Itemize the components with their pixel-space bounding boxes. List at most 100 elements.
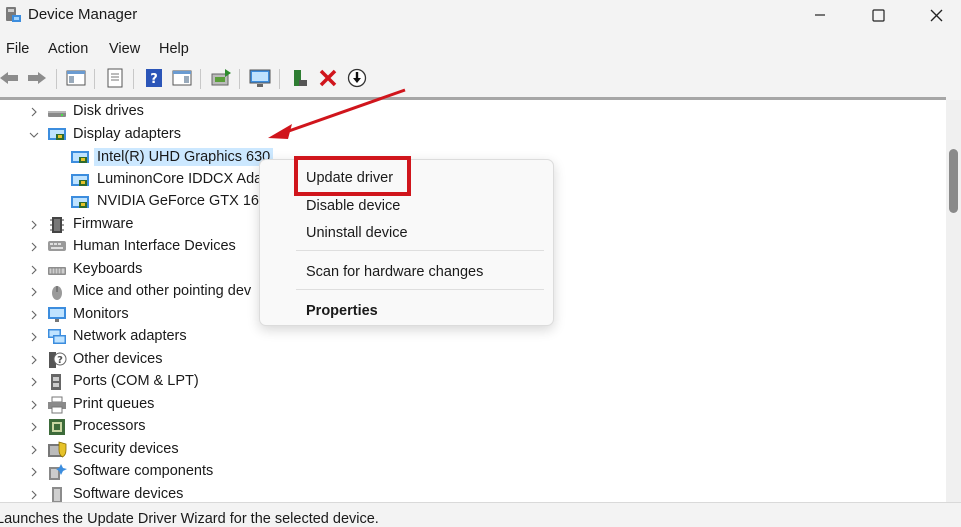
svg-text:?: ?: [150, 72, 158, 87]
device-manager-icon: [6, 7, 21, 22]
update-driver-icon: [211, 69, 231, 86]
display-adapter-icon: [48, 128, 66, 140]
menu-file[interactable]: File: [6, 39, 29, 59]
menu-action[interactable]: Action: [48, 39, 88, 59]
tree-node[interactable]: Ports (COM & LPT): [0, 371, 946, 393]
chevron-right-icon[interactable]: [28, 444, 40, 456]
security-device-icon: [48, 441, 67, 458]
help-button[interactable]: ?: [143, 67, 165, 89]
tree-node[interactable]: Print queues: [0, 394, 946, 416]
network-adapter-icon: [48, 329, 66, 344]
tree-node-label: Disk drives: [73, 103, 144, 119]
display-adapter-icon: [71, 151, 89, 163]
properties-menu-item[interactable]: Properties: [306, 303, 378, 319]
menu-view[interactable]: View: [109, 39, 140, 59]
chevron-right-icon[interactable]: [28, 466, 40, 478]
chevron-right-icon[interactable]: [28, 241, 40, 253]
tree-node-label: Software components: [73, 463, 214, 479]
tree-node-label: Ports (COM & LPT): [73, 373, 199, 389]
software-device-icon: [52, 487, 62, 502]
properties-button[interactable]: [104, 67, 126, 89]
tree-node-label: Security devices: [73, 441, 179, 457]
forward-button[interactable]: [26, 67, 48, 89]
update-driver-button[interactable]: [210, 67, 232, 89]
chevron-right-icon[interactable]: [28, 399, 40, 411]
chevron-right-icon[interactable]: [28, 309, 40, 321]
svg-text:?: ?: [57, 355, 63, 366]
printer-icon: [48, 396, 66, 414]
annotation-highlight-box: [294, 156, 411, 196]
chevron-right-icon[interactable]: [28, 286, 40, 298]
processor-icon: [49, 419, 65, 435]
tree-node[interactable]: Network adapters: [0, 326, 946, 348]
scan-hardware-button[interactable]: [249, 67, 271, 89]
toolbar-separator: [200, 69, 201, 89]
menu-help[interactable]: Help: [159, 39, 189, 59]
keyboard-icon: [48, 267, 66, 275]
properties-icon: [107, 68, 123, 88]
chevron-down-icon[interactable]: [28, 129, 40, 141]
hid-icon: [48, 241, 66, 251]
scan-hardware-menu-item[interactable]: Scan for hardware changes: [306, 264, 483, 280]
tree-node[interactable]: Security devices: [0, 439, 946, 461]
software-component-icon: [49, 464, 67, 480]
tree-node[interactable]: Processors: [0, 416, 946, 438]
enable-device-icon: [294, 70, 307, 86]
close-button[interactable]: [907, 0, 961, 30]
tree-node[interactable]: Display adapters: [0, 124, 946, 146]
disable-device-icon: [347, 68, 367, 88]
back-button[interactable]: [0, 67, 20, 89]
tree-node[interactable]: ? Other devices: [0, 349, 946, 371]
chevron-right-icon[interactable]: [28, 331, 40, 343]
chevron-right-icon[interactable]: [28, 421, 40, 433]
show-hide-console-tree-icon: [66, 70, 86, 86]
tree-node-label: NVIDIA GeForce GTX 165: [97, 193, 268, 209]
tree-node[interactable]: Disk drives: [0, 101, 946, 123]
toolbar: ?: [0, 62, 961, 94]
action-pane-button[interactable]: [171, 67, 193, 89]
other-devices-icon: ?: [49, 352, 67, 368]
tree-node-label: Keyboards: [73, 261, 143, 277]
tree-node-label: Human Interface Devices: [73, 238, 236, 254]
uninstall-device-button[interactable]: [317, 67, 339, 89]
chevron-right-icon[interactable]: [28, 489, 40, 501]
disable-device-menu-item[interactable]: Disable device: [306, 198, 400, 214]
tree-node-label: Monitors: [73, 306, 129, 322]
scrollbar-thumb[interactable]: [949, 149, 958, 213]
port-icon: [51, 374, 61, 390]
tree-node-label: Mice and other pointing dev: [73, 283, 252, 299]
monitor-icon: [48, 307, 66, 322]
title-bar: Device Manager: [0, 0, 961, 32]
tree-node-label: Network adapters: [73, 328, 187, 344]
chevron-right-icon[interactable]: [28, 106, 40, 118]
uninstall-device-icon: [319, 69, 337, 87]
action-pane-icon: [172, 70, 192, 86]
uninstall-device-menu-item[interactable]: Uninstall device: [306, 225, 408, 241]
disable-device-button[interactable]: [346, 67, 368, 89]
chevron-right-icon[interactable]: [28, 354, 40, 366]
status-text: Launches the Update Driver Wizard for th…: [0, 511, 379, 527]
maximize-button[interactable]: [849, 0, 907, 30]
window-title: Device Manager: [28, 6, 138, 23]
scan-hardware-icon: [249, 69, 271, 87]
toolbar-separator: [56, 69, 57, 89]
firmware-icon: [50, 217, 64, 233]
disk-drive-icon: [48, 111, 66, 117]
display-adapter-icon: [71, 196, 89, 208]
vertical-scrollbar[interactable]: [946, 100, 961, 502]
toolbar-separator: [239, 69, 240, 89]
tree-node[interactable]: Software devices: [0, 484, 946, 502]
toolbar-separator: [94, 69, 95, 89]
toolbar-separator: [133, 69, 134, 89]
console-tree-button[interactable]: [65, 67, 87, 89]
tree-node[interactable]: Software components: [0, 461, 946, 483]
minimize-button[interactable]: [791, 0, 849, 30]
mouse-icon: [52, 286, 62, 300]
enable-device-button[interactable]: [288, 67, 310, 89]
chevron-right-icon[interactable]: [28, 264, 40, 276]
chevron-right-icon[interactable]: [28, 376, 40, 388]
back-icon: [0, 72, 18, 84]
help-icon: ?: [146, 69, 162, 87]
chevron-right-icon[interactable]: [28, 219, 40, 231]
minimize-icon: [815, 14, 825, 16]
